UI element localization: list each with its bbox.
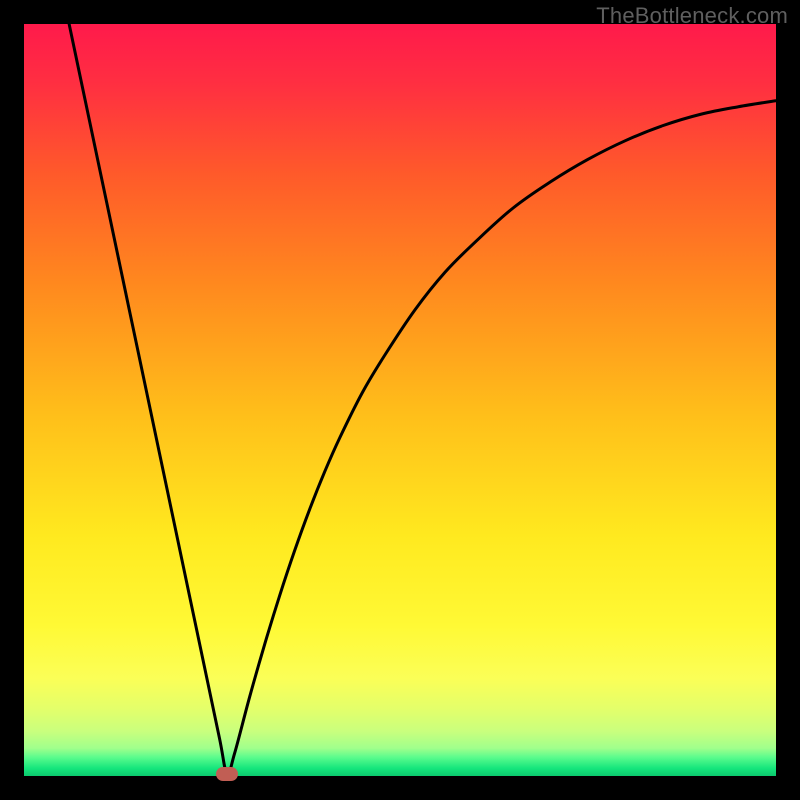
chart-plot: [24, 24, 776, 776]
watermark-text: TheBottleneck.com: [596, 3, 788, 29]
optimal-point-marker: [216, 767, 238, 781]
chart-frame: [24, 24, 776, 776]
chart-background: [24, 24, 776, 776]
